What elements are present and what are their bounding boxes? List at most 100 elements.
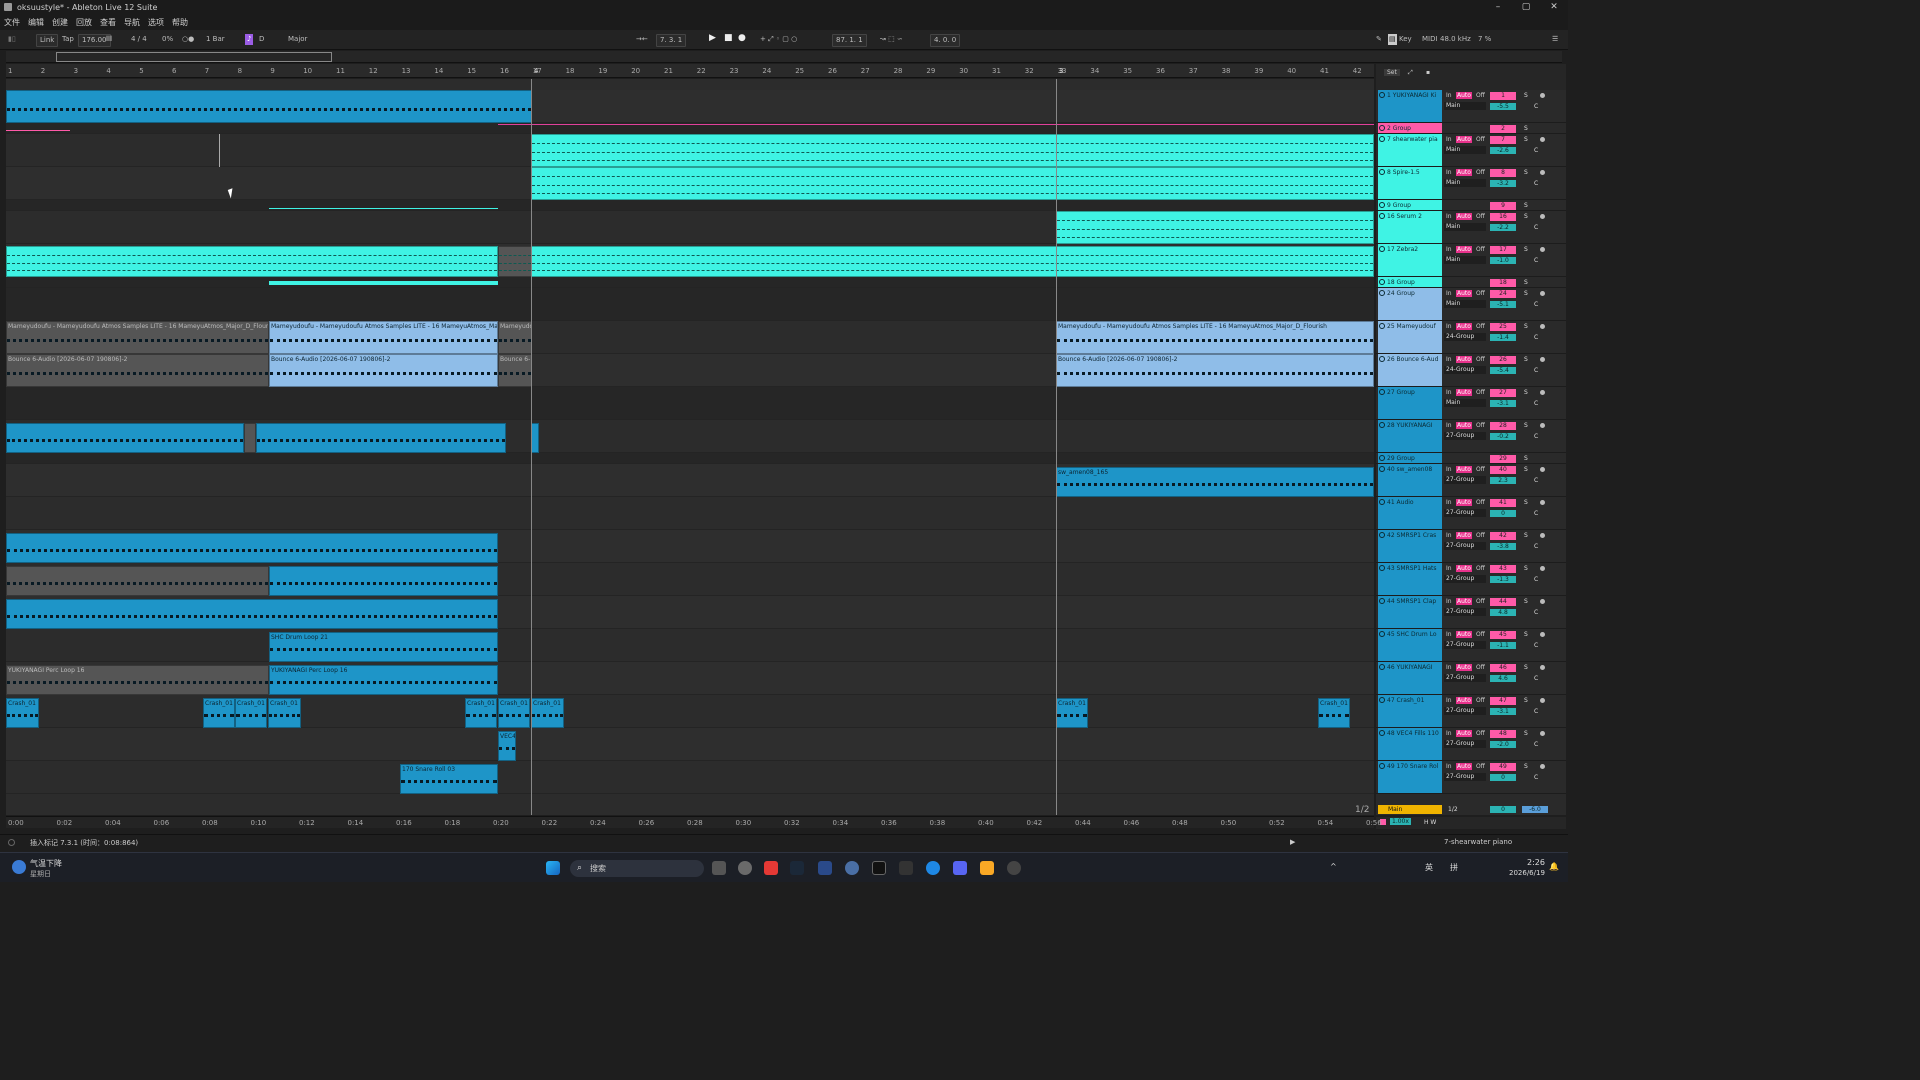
track-header[interactable]: 17 Zebra2 In Auto Off 17 S Main -1.0 C: [1376, 244, 1566, 277]
clip-mameyudoufu-a[interactable]: Mameyudoufu - Mameyudoufu Atmos Samples …: [6, 321, 269, 354]
clip-yukiyanagi-28d[interactable]: [531, 423, 539, 453]
clip-vec4-fills[interactable]: VEC4: [498, 731, 516, 761]
track-activator[interactable]: 49: [1490, 763, 1516, 771]
track-activator[interactable]: 47: [1490, 697, 1516, 705]
clip-shearwater-piano[interactable]: [531, 134, 1374, 167]
output-routing-select[interactable]: 27-Group: [1444, 707, 1486, 715]
pan-center-button[interactable]: C: [1534, 257, 1538, 264]
arm-button-icon[interactable]: [1540, 566, 1545, 571]
locator-3-marker[interactable]: 3: [1059, 67, 1063, 75]
clip-serum-2[interactable]: [1056, 211, 1374, 244]
nudge-icon[interactable]: ⦀⦀: [106, 34, 112, 45]
monitor-in-button[interactable]: In: [1446, 246, 1452, 253]
track-name[interactable]: 7 shearwater pia: [1378, 135, 1442, 144]
arrow-right-icon[interactable]: ▶: [1290, 838, 1295, 846]
windows-start-icon[interactable]: [546, 861, 560, 875]
maximize-button[interactable]: ▢: [1512, 0, 1540, 14]
solo-button[interactable]: S: [1524, 532, 1528, 539]
monitor-auto-button[interactable]: Auto: [1456, 169, 1472, 176]
clip-smrsp1-crash[interactable]: [6, 533, 498, 563]
clip-crash[interactable]: Crash_01: [531, 698, 564, 728]
arm-button-icon[interactable]: [1540, 731, 1545, 736]
solo-button[interactable]: S: [1524, 598, 1528, 605]
track-activator[interactable]: 16: [1490, 213, 1516, 221]
track-activator[interactable]: 1: [1490, 92, 1516, 100]
clip-snare-roll[interactable]: 170 Snare Roll 03: [400, 764, 498, 794]
monitor-off-button[interactable]: Off: [1476, 664, 1485, 671]
track-fold-icon[interactable]: [1379, 730, 1385, 736]
clip-yukiyanagi-28b[interactable]: [244, 423, 256, 453]
metronome-icon[interactable]: ○●: [182, 34, 194, 45]
output-routing-select[interactable]: 27-Group: [1444, 432, 1486, 440]
follow-icon[interactable]: →←: [636, 34, 648, 45]
arrangement-position[interactable]: 7. 3. 1: [656, 34, 687, 47]
clip-shc-drum-loop[interactable]: SHC Drum Loop 21: [269, 632, 498, 662]
solo-button[interactable]: S: [1524, 125, 1528, 132]
clock-time[interactable]: 2:26: [1527, 858, 1545, 867]
output-routing-select[interactable]: 24-Group: [1444, 333, 1486, 341]
track-name[interactable]: 25 Mameyudouf: [1378, 322, 1442, 331]
output-routing-select[interactable]: 27-Group: [1444, 641, 1486, 649]
solo-button[interactable]: S: [1524, 290, 1528, 297]
monitor-auto-button[interactable]: Auto: [1456, 565, 1472, 572]
track-fold-icon[interactable]: [1379, 763, 1385, 769]
track-activator[interactable]: 41: [1490, 499, 1516, 507]
pan-center-button[interactable]: C: [1534, 103, 1538, 110]
vs-app-icon[interactable]: [818, 861, 832, 875]
track-header[interactable]: 28 YUKIYANAGI In Auto Off 28 S 27-Group -0.2 C: [1376, 420, 1566, 453]
solo-button[interactable]: S: [1524, 136, 1528, 143]
track-lane[interactable]: [6, 761, 1374, 794]
time-signature-field[interactable]: 4 / 4: [131, 34, 147, 45]
arm-button-icon[interactable]: [1540, 764, 1545, 769]
arm-button-icon[interactable]: [1540, 357, 1545, 362]
track-fold-icon[interactable]: [1379, 598, 1385, 604]
monitor-off-button[interactable]: Off: [1476, 92, 1485, 99]
track-header[interactable]: 49 170 Snare Rol In Auto Off 49 S 27-Group 0 C: [1376, 761, 1566, 794]
time-ruler[interactable]: 0:00 0:02 0:04 0:06 0:08 0:10 0:12 0:14 0:16 0:18…: [6, 816, 1382, 828]
monitor-in-button[interactable]: In: [1446, 598, 1452, 605]
output-routing-select[interactable]: Main: [1444, 300, 1486, 308]
overview-selection[interactable]: [56, 52, 332, 62]
arm-button-icon[interactable]: [1540, 390, 1545, 395]
track-fold-icon[interactable]: [1379, 125, 1385, 131]
track-name[interactable]: 28 YUKIYANAGI: [1378, 421, 1442, 430]
notification-icon[interactable]: 🔔: [1549, 862, 1559, 871]
zoom-level[interactable]: 1.00x: [1390, 818, 1411, 825]
monitor-off-button[interactable]: Off: [1476, 422, 1485, 429]
solo-button[interactable]: S: [1524, 499, 1528, 506]
menu-edit[interactable]: 编辑: [28, 17, 44, 28]
close-button[interactable]: ✕: [1540, 0, 1568, 14]
track-activator[interactable]: 42: [1490, 532, 1516, 540]
key-map-label[interactable]: Key: [1399, 34, 1412, 45]
track-activator[interactable]: 29: [1490, 455, 1516, 463]
clip-crash[interactable]: Crash_01: [235, 698, 267, 728]
menu-file[interactable]: 文件: [4, 17, 20, 28]
monitor-in-button[interactable]: In: [1446, 323, 1452, 330]
pan-center-button[interactable]: C: [1534, 180, 1538, 187]
track-fold-icon[interactable]: [1379, 279, 1385, 285]
monitor-off-button[interactable]: Off: [1476, 213, 1485, 220]
lock-icon[interactable]: ▪: [1426, 69, 1430, 76]
play-button[interactable]: ▶: [709, 33, 716, 44]
monitor-in-button[interactable]: In: [1446, 169, 1452, 176]
pan-center-button[interactable]: C: [1534, 147, 1538, 154]
qq-app-icon[interactable]: [764, 861, 778, 875]
track-header[interactable]: 40 sw_amen08 In Auto Off 40 S 27-Group 2.3 C: [1376, 464, 1566, 497]
track-fold-icon[interactable]: [1379, 664, 1385, 670]
track-activator[interactable]: 28: [1490, 422, 1516, 430]
monitor-in-button[interactable]: In: [1446, 532, 1452, 539]
pan-center-button[interactable]: C: [1534, 334, 1538, 341]
monitor-auto-button[interactable]: Auto: [1456, 92, 1472, 99]
pan-center-button[interactable]: C: [1534, 708, 1538, 715]
clip-yukiyanagi-28c[interactable]: [256, 423, 506, 453]
hw-toggle[interactable]: H W: [1424, 819, 1436, 826]
monitor-auto-button[interactable]: Auto: [1456, 631, 1472, 638]
record-button[interactable]: ●: [738, 33, 746, 44]
monitor-auto-button[interactable]: Auto: [1456, 598, 1472, 605]
pan-center-button[interactable]: C: [1534, 224, 1538, 231]
volume-field[interactable]: -3.2: [1490, 180, 1516, 187]
monitor-auto-button[interactable]: Auto: [1456, 246, 1472, 253]
monitor-off-button[interactable]: Off: [1476, 763, 1485, 770]
arm-button-icon[interactable]: [1540, 291, 1545, 296]
track-fold-icon[interactable]: [1379, 323, 1385, 329]
